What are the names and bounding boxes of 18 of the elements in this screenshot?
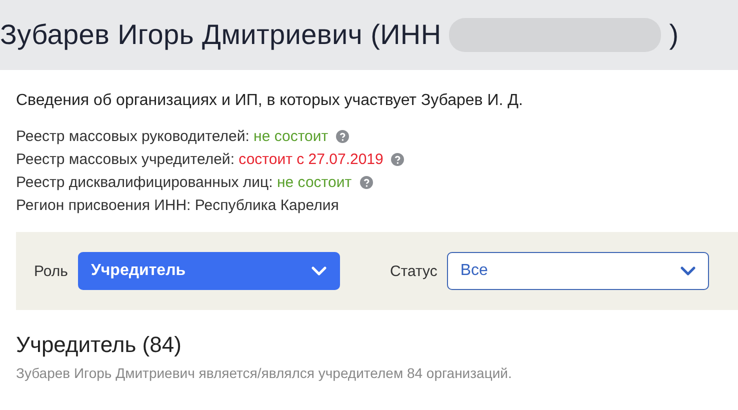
dropdown[interactable]: Все [447,252,710,290]
help-icon[interactable] [336,130,350,143]
chevron-icon [310,266,327,276]
section-heading: Учредитель (84) [16,332,182,358]
help-icon[interactable] [391,153,404,166]
help-icon[interactable] [360,176,373,189]
chevron-icon [680,266,696,276]
registry-line: Реестр дисквалифицированных лиц: не состоит [16,174,352,191]
registry-line: Регион присвоения ИНН: Республика Карелия [16,197,339,214]
filter-label: Роль [34,262,68,280]
section-subtitle: Сведения об организациях и ИП, в которых участвует Зубарев И. Д. [16,92,524,110]
registry-line: Реестр массовых учредителей: состоит с 27.07.2019 [16,151,384,168]
filter-label: Статус [390,262,438,280]
section-description: Зубарев Игорь Дмитриевич является/являлся учредителем 84 организаций. [16,365,513,381]
title-bracket: ) [669,19,679,51]
page-title: Зубарев Игорь Дмитриевич (ИНН [0,19,442,51]
dropdown[interactable]: Учредитель [78,252,340,290]
registry-line: Реестр массовых руководителей: не состоит [16,128,328,145]
